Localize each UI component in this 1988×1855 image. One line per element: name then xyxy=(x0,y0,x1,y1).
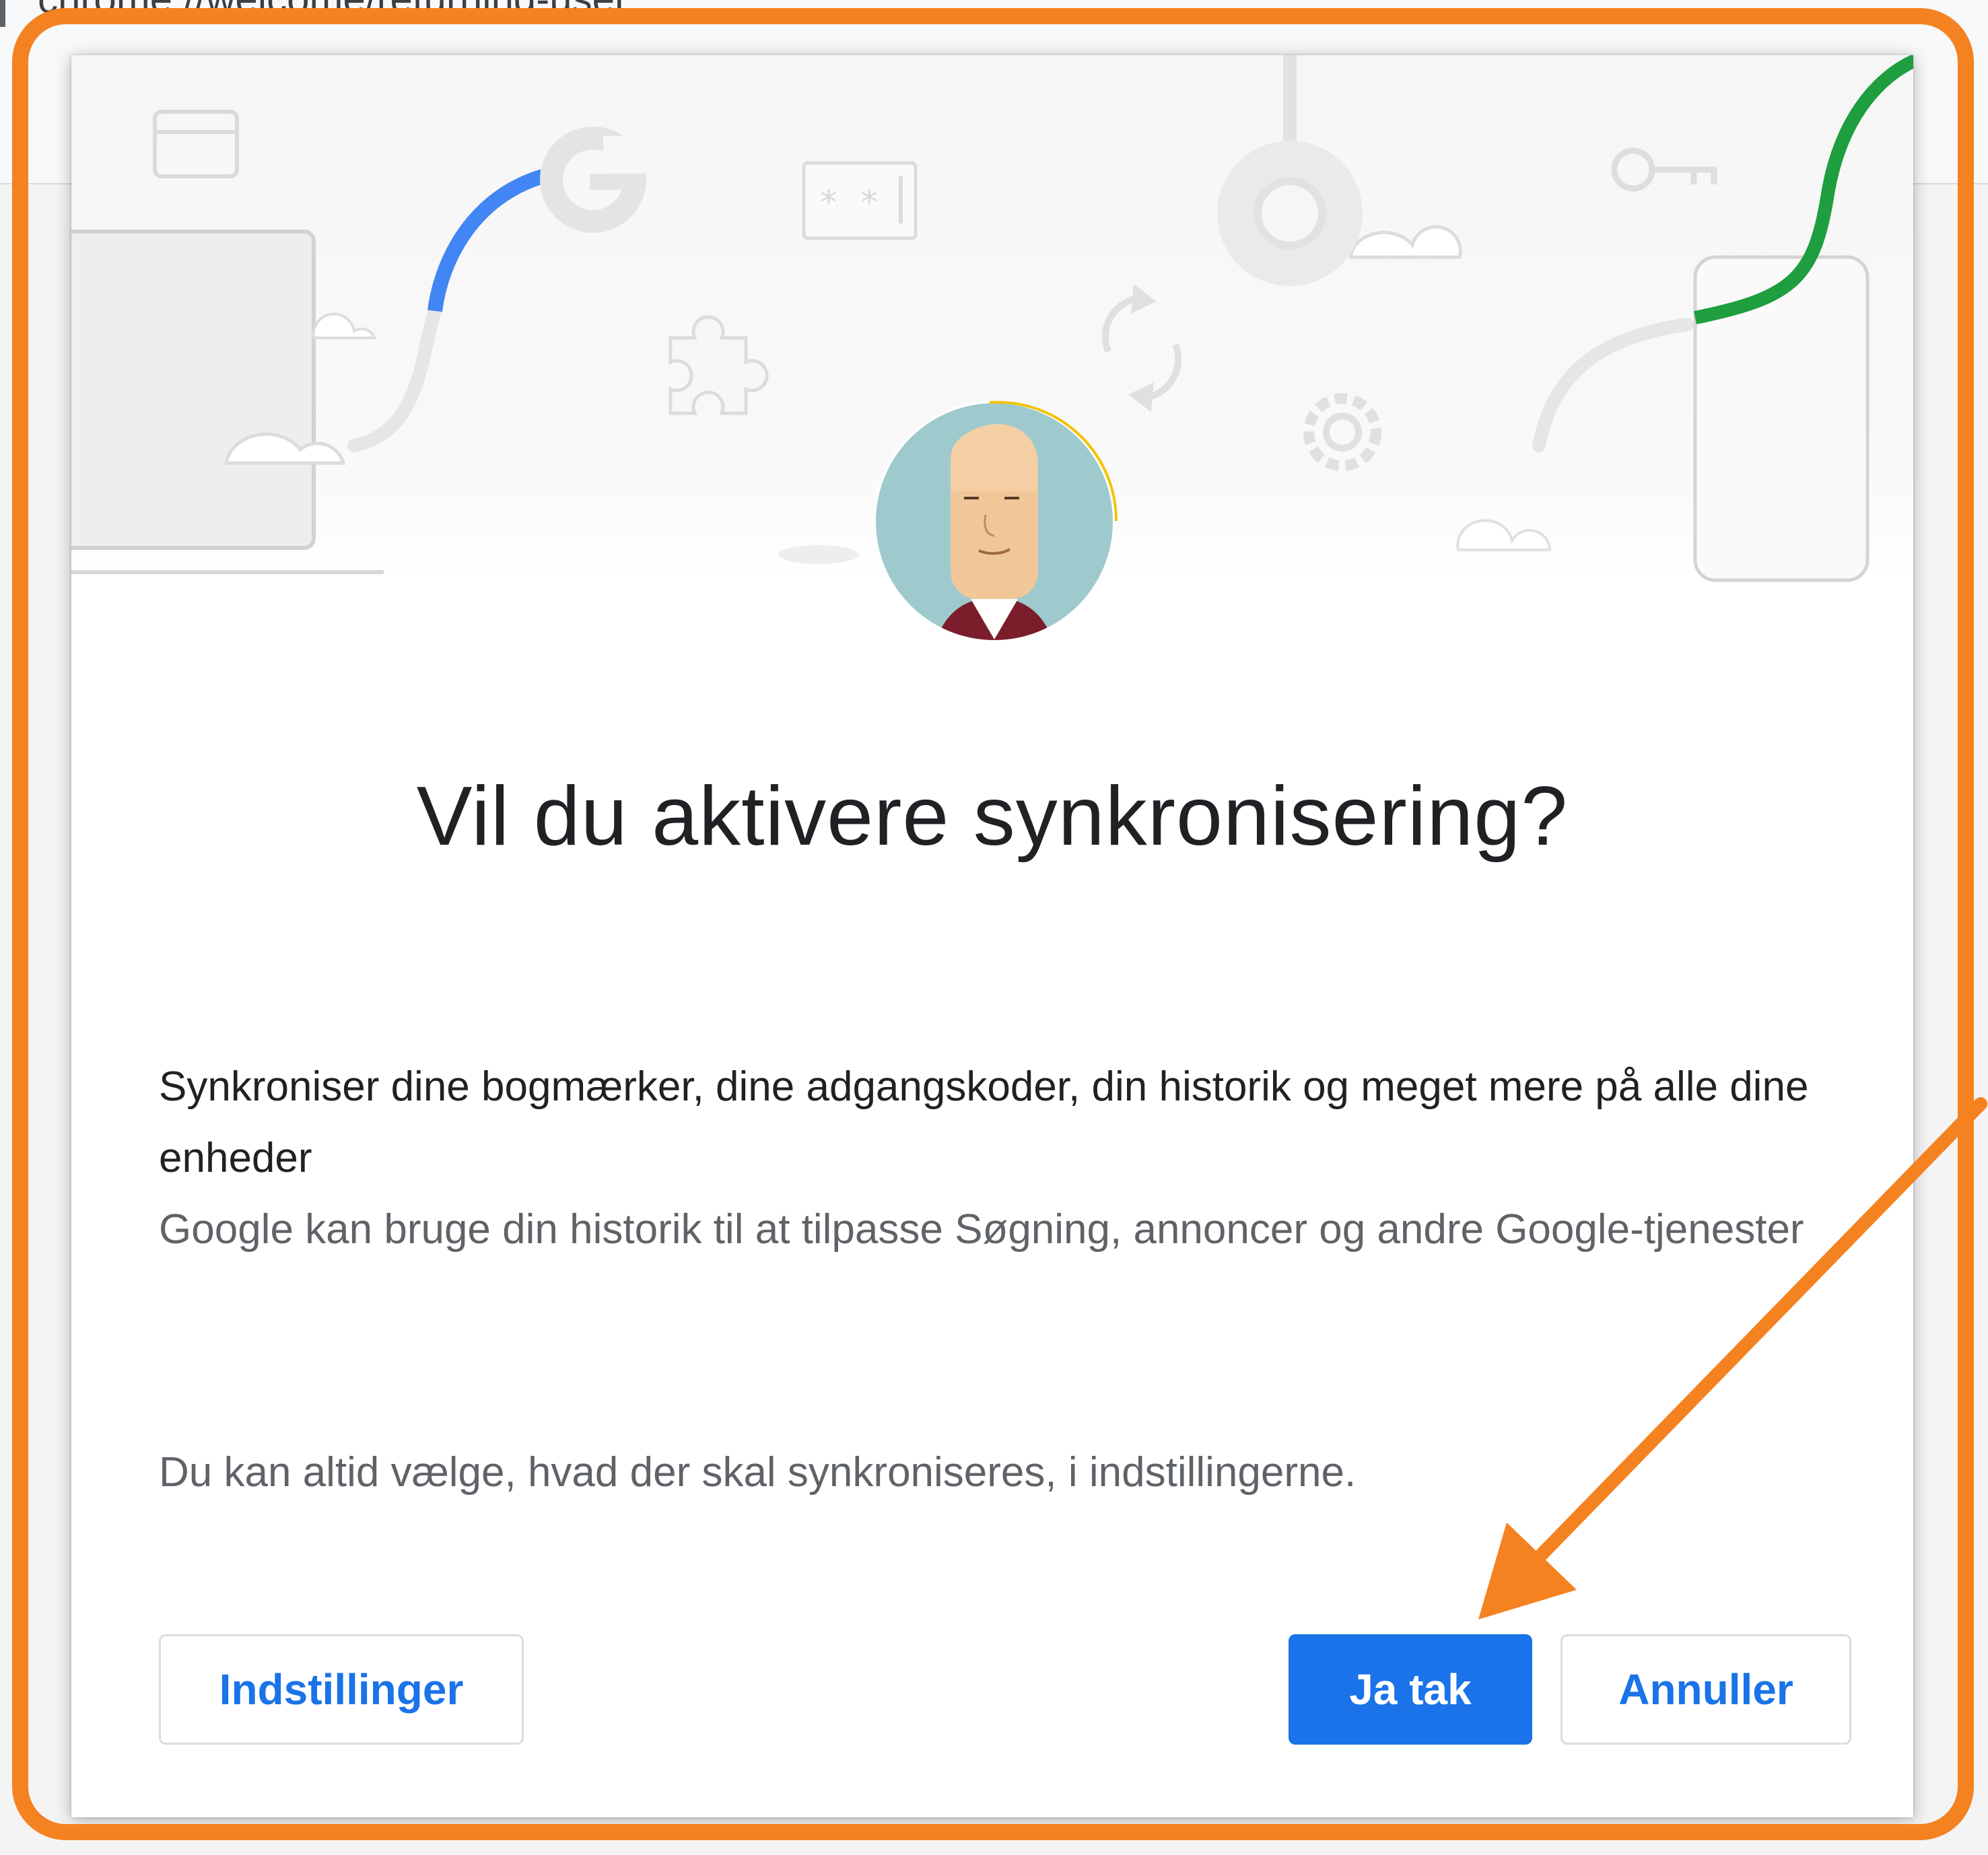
laptop-icon xyxy=(71,230,384,574)
sync-icon xyxy=(1101,284,1182,412)
svg-text:* *: * * xyxy=(819,183,879,222)
user-avatar xyxy=(870,397,1119,646)
address-bar-url[interactable]: chrome://welcome/returning-user xyxy=(38,0,628,22)
puzzle-extension-icon xyxy=(669,315,769,415)
cancel-button[interactable]: Annuller xyxy=(1561,1634,1851,1745)
credit-card-icon xyxy=(153,110,239,178)
sync-description: Synkroniser dine bogmærker, dine adgangs… xyxy=(159,1063,1809,1181)
dialog-body: Synkroniser dine bogmærker, dine adgangs… xyxy=(159,1051,1882,1265)
omnibox-edge xyxy=(0,0,5,27)
chrome-logo-icon xyxy=(1217,55,1363,286)
dialog-title: Vil du aktivere synkronisering? xyxy=(416,770,1569,863)
personalization-note: Google kan bruge din historik til at til… xyxy=(159,1206,1804,1253)
google-g-icon xyxy=(540,127,650,233)
settings-note: Du kan altid vælge, hvad der skal synkro… xyxy=(159,1449,1357,1496)
sync-dialog: * * Vil du aktivere synkronisering? Synk… xyxy=(71,55,1913,1817)
settings-button[interactable]: Indstillinger xyxy=(159,1634,524,1745)
key-icon xyxy=(1611,147,1717,192)
password-field-icon: * * xyxy=(802,161,918,240)
confirm-sync-button[interactable]: Ja tak xyxy=(1289,1634,1532,1745)
gear-icon xyxy=(1303,393,1381,471)
